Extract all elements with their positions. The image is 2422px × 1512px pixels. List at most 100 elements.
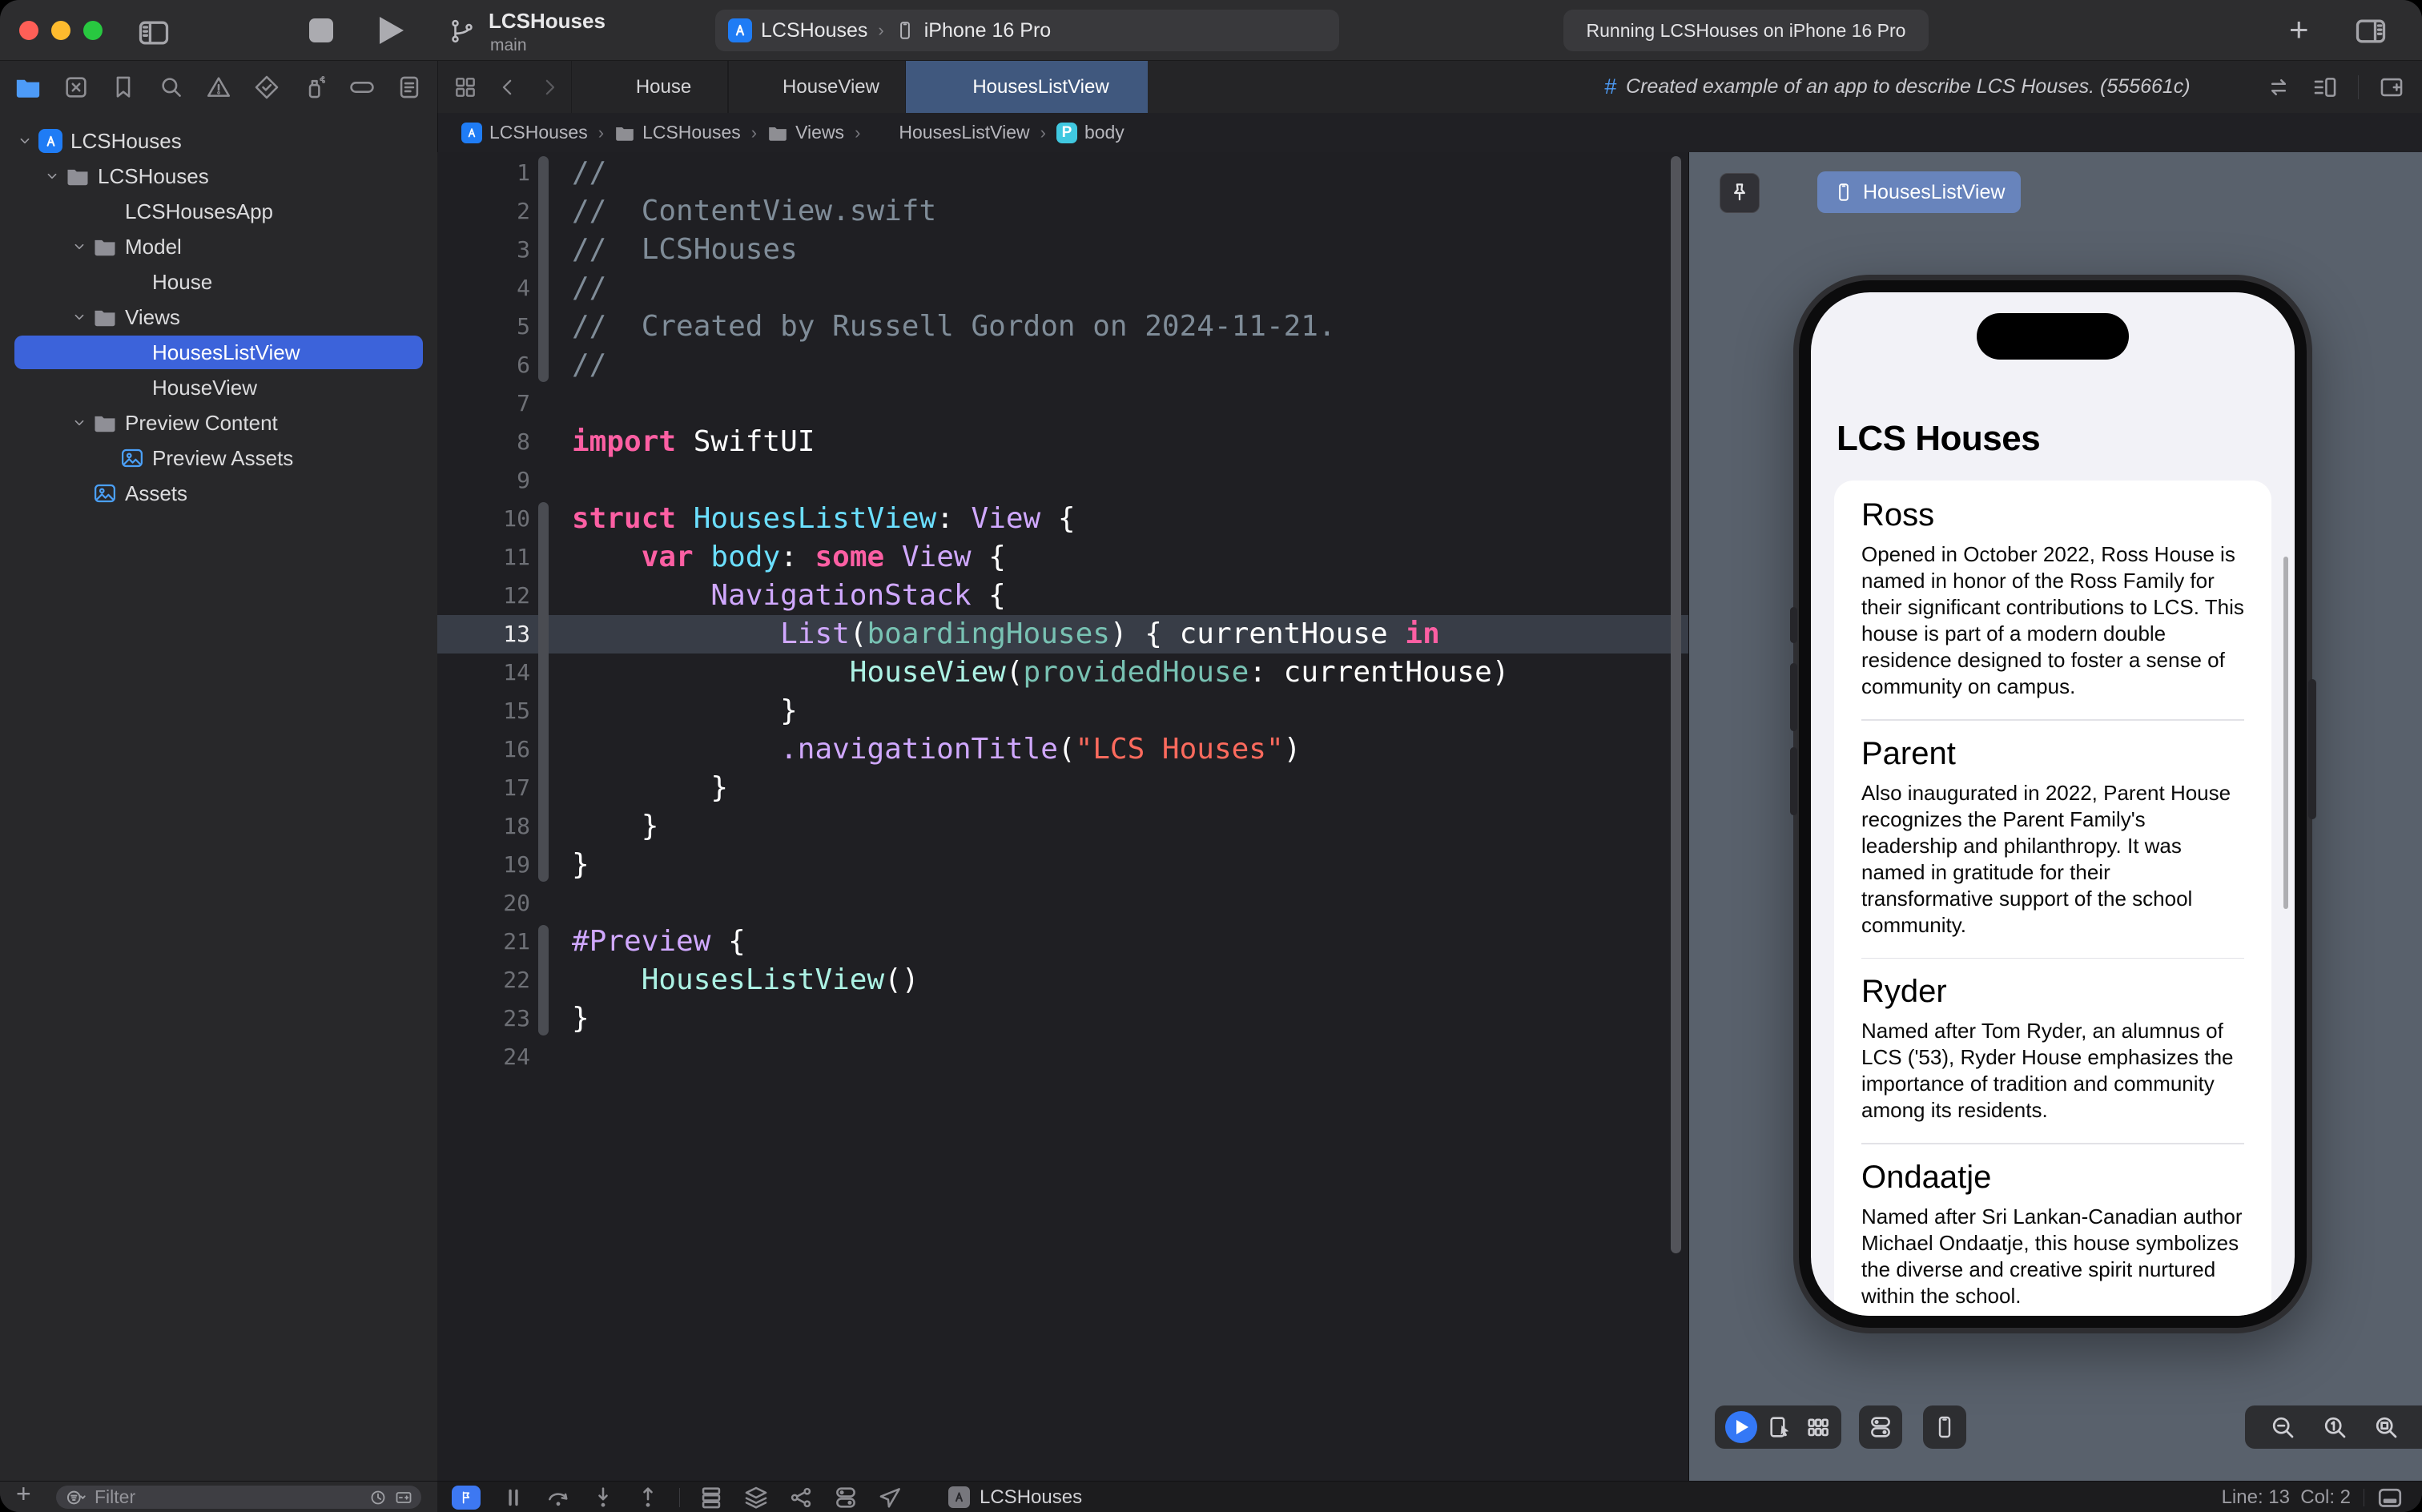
preview-device-button[interactable]	[1923, 1405, 1966, 1449]
code-line-9[interactable]: 9	[437, 461, 1688, 500]
houses-list[interactable]: Ross Opened in October 2022, Ross House i…	[1834, 481, 2271, 1316]
tree-item-HouseView[interactable]: HouseView	[0, 370, 437, 405]
code-line-14[interactable]: 14 HouseView(providedHouse: currentHouse…	[437, 653, 1688, 692]
code-line-3[interactable]: 3 // LCSHouses	[437, 231, 1688, 269]
go-forward-icon[interactable]	[537, 75, 561, 99]
zoom-window-button[interactable]	[83, 21, 103, 40]
tree-item-Views[interactable]: Views	[0, 300, 437, 335]
navigator-rail-bookmark-icon[interactable]	[110, 74, 137, 101]
code-line-18[interactable]: 18 }	[437, 807, 1688, 846]
tree-item-Preview Assets[interactable]: Preview Assets	[0, 440, 437, 476]
live-preview-button[interactable]	[1724, 1411, 1757, 1443]
commit-annotation[interactable]: # Created example of an app to describe …	[1604, 61, 2191, 113]
code-line-12[interactable]: 12 NavigationStack {	[437, 577, 1688, 615]
pin-preview-button[interactable]	[1720, 173, 1760, 213]
code-line-8[interactable]: 8 import SwiftUI	[437, 423, 1688, 461]
breadcrumb-item-LCSHouses[interactable]: LCSHouses	[614, 122, 741, 143]
step-out-button[interactable]	[634, 1484, 662, 1511]
editor-options-icon[interactable]	[2311, 74, 2339, 101]
code-line-20[interactable]: 20	[437, 884, 1688, 923]
breadcrumb-item-body[interactable]: Pbody	[1056, 122, 1124, 143]
breadcrumb-item-LCSHouses[interactable]: LCSHouses	[461, 122, 588, 143]
pause-button[interactable]	[500, 1484, 527, 1511]
code-line-17[interactable]: 17 }	[437, 769, 1688, 807]
related-items-icon[interactable]	[453, 74, 478, 100]
source-control-filter-icon[interactable]	[394, 1488, 413, 1507]
preview-variants-button[interactable]	[1859, 1405, 1902, 1449]
scheme-selector[interactable]: LCSHouses › iPhone 16 Pro	[715, 10, 1339, 51]
go-back-icon[interactable]	[496, 75, 520, 99]
chevron-down-icon[interactable]	[43, 167, 61, 185]
chevron-down-icon[interactable]	[70, 238, 88, 255]
code-line-19[interactable]: 19}	[437, 846, 1688, 884]
tree-item-LCSHouses[interactable]: LCSHouses	[0, 123, 437, 159]
view-hierarchy-button[interactable]	[698, 1484, 725, 1511]
house-row-Ross[interactable]: Ross Opened in October 2022, Ross House i…	[1861, 497, 2244, 721]
code-line-4[interactable]: 4 //	[437, 269, 1688, 308]
tab-HousesListView[interactable]: HousesListView	[906, 61, 1148, 113]
navigator-rail-folder-icon[interactable]	[14, 74, 42, 101]
tree-item-Model[interactable]: Model	[0, 229, 437, 264]
location-button[interactable]	[877, 1484, 904, 1511]
editor-scrollbar[interactable]	[1671, 156, 1681, 1253]
code-line-13[interactable]: 13 List(boardingHouses) { currentHouse i…	[437, 615, 1688, 653]
tab-House[interactable]: House	[571, 61, 728, 113]
tree-item-House[interactable]: House	[0, 264, 437, 300]
add-tab-icon[interactable]: +	[2289, 10, 2309, 49]
code-line-11[interactable]: 11 var body: some View {	[437, 538, 1688, 577]
house-row-Parent[interactable]: Parent Also inaugurated in 2022, Parent H…	[1861, 735, 2244, 959]
navigator-rail-test-diamond-icon[interactable]	[253, 74, 280, 101]
navigator-rail-search-icon[interactable]	[158, 74, 185, 101]
app-screen[interactable]: LCS Houses Ross Opened in October 2022, R…	[1811, 292, 2295, 1316]
minimize-window-button[interactable]	[51, 21, 70, 40]
breadcrumb-item-Views[interactable]: Views	[767, 122, 844, 143]
code-line-1[interactable]: 1 //	[437, 154, 1688, 192]
code-line-5[interactable]: 5 // Created by Russell Gordon on 2024-11…	[437, 308, 1688, 346]
breakpoints-toggle-button[interactable]	[452, 1486, 481, 1510]
run-button[interactable]	[380, 17, 404, 44]
filter-field[interactable]: Filter	[56, 1486, 421, 1509]
preview-target-chip[interactable]: HousesListView	[1817, 171, 2022, 213]
recent-files-icon[interactable]	[368, 1488, 388, 1507]
breadcrumb-item-HousesListView[interactable]: HousesListView	[871, 122, 1029, 143]
navigator-rail-report-icon[interactable]	[396, 74, 423, 101]
house-row-Ondaatje[interactable]: Ondaatje Named after Sri Lankan-Canadian …	[1861, 1159, 2244, 1317]
house-row-Ryder[interactable]: Ryder Named after Tom Ryder, an alumnus o…	[1861, 973, 2244, 1144]
debug-dock-icon[interactable]	[2376, 1483, 2404, 1512]
running-app-chip[interactable]: LCSHouses	[948, 1482, 1082, 1512]
tree-item-Assets[interactable]: Assets	[0, 476, 437, 511]
variants-button[interactable]	[1804, 1413, 1832, 1441]
navigator-rail-spray-icon[interactable]	[300, 74, 328, 101]
code-line-22[interactable]: 22 HousesListView()	[437, 961, 1688, 999]
code-line-7[interactable]: 7	[437, 384, 1688, 423]
step-over-button[interactable]	[545, 1484, 572, 1511]
step-into-button[interactable]	[589, 1484, 617, 1511]
zoom-out-button[interactable]	[2268, 1413, 2297, 1442]
code-line-15[interactable]: 15 }	[437, 692, 1688, 730]
code-line-6[interactable]: 6 //	[437, 346, 1688, 384]
code-line-21[interactable]: 21 #Preview {	[437, 923, 1688, 961]
layers-button[interactable]	[742, 1484, 770, 1511]
add-file-icon[interactable]: +	[16, 1479, 31, 1509]
add-editor-icon[interactable]	[2378, 74, 2405, 101]
chevron-down-icon[interactable]	[70, 308, 88, 326]
toggles-button[interactable]	[832, 1484, 859, 1511]
swap-editor-icon[interactable]	[2265, 74, 2292, 101]
memory-graph-button[interactable]	[787, 1484, 815, 1511]
code-line-24[interactable]: 24	[437, 1038, 1688, 1076]
right-panel-icon[interactable]	[2353, 14, 2388, 49]
tree-item-LCSHousesApp[interactable]: LCSHousesApp	[0, 194, 437, 229]
navigator-rail-warning-icon[interactable]	[205, 74, 232, 101]
code-line-10[interactable]: 10 struct HousesListView: View {	[437, 500, 1688, 538]
chevron-down-icon[interactable]	[16, 132, 34, 150]
zoom-fit-button[interactable]	[2372, 1413, 2400, 1442]
tab-HouseView[interactable]: HouseView	[728, 61, 906, 113]
navigator-rail-tag-icon[interactable]	[348, 74, 376, 101]
code-line-23[interactable]: 23}	[437, 999, 1688, 1038]
tree-item-Preview Content[interactable]: Preview Content	[0, 405, 437, 440]
activity-status[interactable]: Running LCSHouses on iPhone 16 Pro	[1563, 10, 1929, 51]
tree-item-LCSHouses[interactable]: LCSHouses	[0, 159, 437, 194]
tree-item-HousesListView[interactable]: HousesListView	[0, 335, 437, 370]
stop-button[interactable]	[309, 18, 333, 42]
toggle-left-sidebar-icon[interactable]	[136, 15, 171, 50]
